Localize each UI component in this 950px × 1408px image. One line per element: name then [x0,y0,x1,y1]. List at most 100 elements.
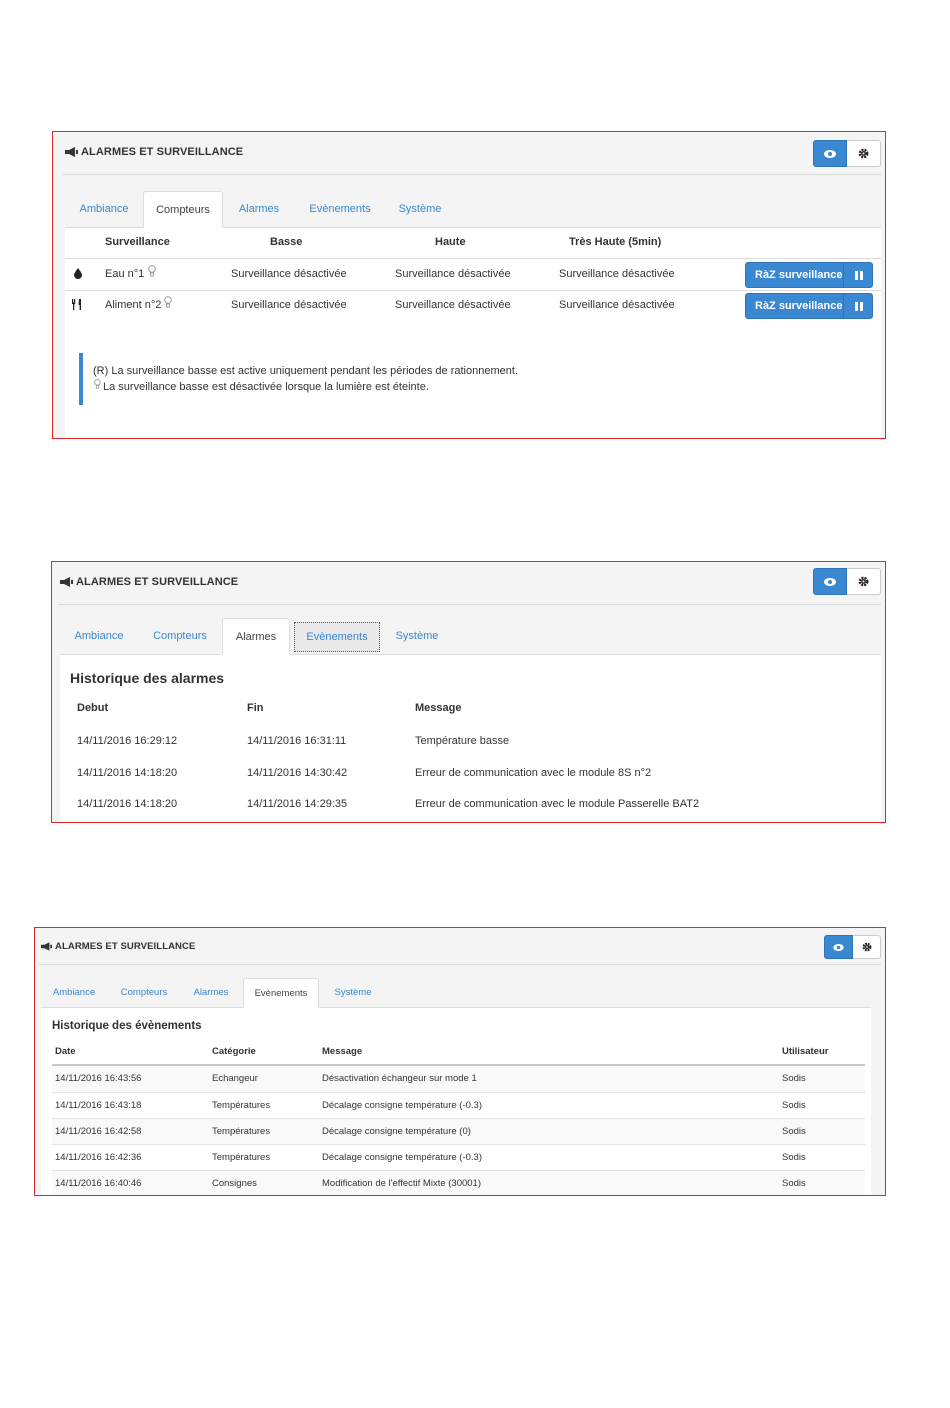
tab-compteurs[interactable]: Compteurs [140,618,220,654]
reset-surveillance-button[interactable]: RàZ surveillance [745,262,873,288]
panel-alarmes: ALARMES ET SURVEILLANCE Ambiance Compteu… [51,561,886,823]
panel-title: ALARMES ET SURVEILLANCE [60,576,238,588]
reset-button-label: RàZ surveillance [755,300,843,312]
megaphone-icon [60,577,73,587]
button-divider [843,263,844,287]
tab-evenements[interactable]: Evènements [295,191,385,227]
tab-bar: Ambiance Compteurs Alarmes Evènements Sy… [41,978,871,1008]
tab-compteurs[interactable]: Compteurs [143,191,223,228]
eye-icon [824,577,836,586]
alarm-message: Température basse [415,735,510,747]
event-utilisateur: Sodis [782,1152,806,1163]
tab-systeme[interactable]: Système [384,618,450,654]
col-header-basse: Basse [270,236,303,248]
tab-ambiance[interactable]: Ambiance [69,191,139,227]
view-button[interactable] [813,568,847,595]
col-header-haute: Haute [435,236,466,248]
lightbulb-icon [164,296,172,308]
tab-ambiance[interactable]: Ambiance [64,618,134,654]
alarmes-content: Historique des alarmes Debut Fin Message… [60,655,881,822]
col-header-debut: Debut [77,702,109,714]
note-line-lumiere: La surveillance basse est désactivée lor… [103,381,429,393]
tab-systeme[interactable]: Système [325,978,381,1007]
row-name: Eau n°1 [105,268,145,280]
event-date: 14/11/2016 16:40:46 [55,1178,142,1189]
pause-icon[interactable] [855,302,863,311]
event-utilisateur: Sodis [782,1073,806,1084]
alarm-debut: 14/11/2016 14:18:20 [77,798,178,810]
view-settings-group [813,140,881,167]
settings-button[interactable] [847,568,881,595]
info-note: (R) La surveillance basse est active uni… [79,353,683,405]
row-tres-haute: Surveillance désactivée [559,299,675,311]
col-header-tres-haute: Très Haute (5min) [569,236,662,248]
compteurs-content: Surveillance Basse Haute Très Haute (5mi… [65,228,881,438]
eye-icon [833,943,844,951]
view-settings-group [824,935,881,959]
event-categorie: Consignes [212,1178,257,1189]
section-title: Historique des alarmes [70,670,225,686]
settings-button[interactable] [853,935,881,959]
event-utilisateur: Sodis [782,1100,806,1111]
megaphone-icon [65,147,78,157]
panel-header: ALARMES ET SURVEILLANCE [39,928,881,965]
pause-icon[interactable] [855,271,863,280]
event-message: Décalage consigne température (-0.3) [322,1100,483,1111]
tab-evenements[interactable]: Evènements [294,622,380,652]
alarm-message: Erreur de communication avec le module 8… [415,767,652,779]
button-divider [843,294,844,318]
row-basse: Surveillance désactivée [231,299,347,311]
tab-bar: Ambiance Compteurs Alarmes Evènements Sy… [65,191,881,228]
event-message: Désactivation échangeur sur mode 1 [322,1073,477,1084]
alarm-fin: 14/11/2016 16:31:11 [247,735,347,747]
event-date: 14/11/2016 16:43:56 [55,1073,142,1084]
event-utilisateur: Sodis [782,1178,806,1189]
alarm-fin: 14/11/2016 14:29:35 [247,798,348,810]
panel-header: ALARMES ET SURVEILLANCE [63,132,881,175]
col-header-utilisateur: Utilisateur [782,1046,829,1057]
divider [65,258,881,259]
col-header-message: Message [415,702,462,714]
view-button[interactable] [824,935,853,959]
event-date: 14/11/2016 16:42:36 [55,1152,142,1163]
reset-surveillance-button[interactable]: RàZ surveillance [745,293,873,319]
tab-alarmes[interactable]: Alarmes [222,618,290,655]
col-header-message: Message [322,1046,363,1057]
tab-alarmes[interactable]: Alarmes [183,978,239,1007]
panel-evenements: ALARMES ET SURVEILLANCE Ambiance Compteu… [34,927,886,1196]
event-categorie: Températures [212,1152,271,1163]
lightbulb-icon [94,379,101,389]
row-basse: Surveillance désactivée [231,268,347,280]
view-settings-group [813,568,881,595]
gear-icon [862,942,871,952]
event-utilisateur: Sodis [782,1126,806,1137]
row-tres-haute: Surveillance désactivée [559,268,675,280]
event-date: 14/11/2016 16:42:58 [55,1126,142,1137]
event-message: Décalage consigne température (0) [322,1126,471,1137]
alarm-fin: 14/11/2016 14:30:42 [247,767,348,779]
settings-button[interactable] [847,140,881,167]
event-message: Modification de l'effectif Mixte (30001) [322,1178,481,1189]
tab-compteurs[interactable]: Compteurs [111,978,177,1007]
event-categorie: Températures [212,1100,271,1111]
tab-systeme[interactable]: Système [389,191,451,227]
panel-title: ALARMES ET SURVEILLANCE [65,146,243,158]
divider [65,290,881,291]
panel-header: ALARMES ET SURVEILLANCE [58,562,881,605]
cutlery-icon [72,299,81,310]
row-haute: Surveillance désactivée [395,299,511,311]
col-header-surveillance: Surveillance [105,236,170,248]
row-name: Aliment n°2 [105,299,162,311]
event-categorie: Températures [212,1126,271,1137]
panel-compteurs: ALARMES ET SURVEILLANCE Ambiance Compteu… [52,131,886,439]
view-button[interactable] [813,140,847,167]
gear-icon [858,576,869,587]
section-title: Historique des évènements [52,1020,202,1032]
event-date: 14/11/2016 16:43:18 [55,1100,142,1111]
tab-ambiance[interactable]: Ambiance [45,978,103,1007]
row-haute: Surveillance désactivée [395,268,511,280]
eye-icon [824,149,836,158]
megaphone-icon [41,942,52,951]
tab-alarmes[interactable]: Alarmes [227,191,291,227]
tab-evenements[interactable]: Evènements [243,978,319,1008]
